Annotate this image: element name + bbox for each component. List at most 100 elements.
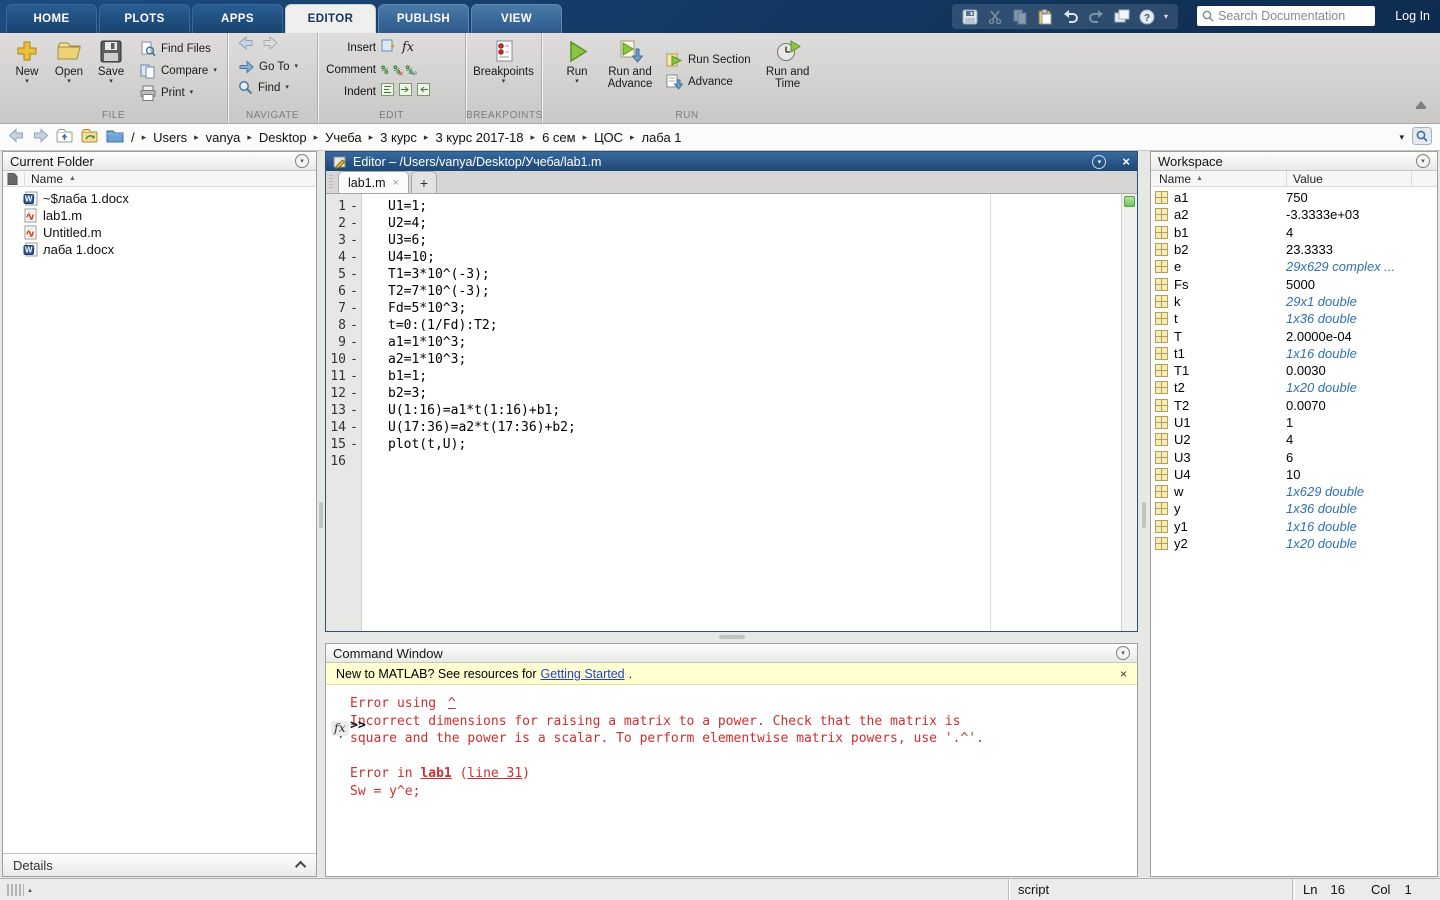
splitter-left[interactable] — [319, 502, 323, 528]
new-desktop-window-icon[interactable] — [1114, 9, 1130, 25]
banner-close-icon[interactable]: × — [1120, 667, 1127, 681]
error-line-link[interactable]: line 31 — [467, 766, 522, 781]
login-button[interactable]: Log In — [1395, 9, 1430, 23]
workspace-row[interactable]: y11x16 double — [1151, 518, 1437, 535]
breadcrumb-item[interactable]: лаба 1 — [641, 130, 681, 145]
go-to-button[interactable]: Go To ▾ — [238, 57, 311, 76]
tab-editor[interactable]: EDITOR — [285, 4, 376, 33]
statusbar-grip-icon[interactable] — [7, 884, 24, 896]
help-icon[interactable]: ? — [1139, 9, 1155, 25]
breadcrumb-item[interactable]: Users — [153, 130, 187, 145]
tab-home[interactable]: HOME — [6, 4, 97, 33]
tab-publish[interactable]: PUBLISH — [378, 4, 469, 33]
workspace-row[interactable]: t11x16 double — [1151, 345, 1437, 362]
paste-icon[interactable] — [1037, 9, 1053, 25]
open-button[interactable]: Open ▾ — [48, 36, 90, 105]
breadcrumb-item[interactable]: Учеба — [325, 130, 362, 145]
breadcrumb-item[interactable]: / — [131, 130, 135, 145]
run-and-advance-button[interactable]: Run and Advance — [602, 36, 658, 105]
workspace-row[interactable]: T10.0030 — [1151, 362, 1437, 379]
workspace-row[interactable]: U410 — [1151, 466, 1437, 483]
workspace-column-header[interactable]: Name▲ Value — [1151, 171, 1437, 187]
compare-button[interactable]: Compare ▾ — [140, 61, 217, 80]
run-and-time-button[interactable]: Run and Time — [761, 36, 815, 105]
quick-toolbar-caret-icon[interactable]: ▾ — [1164, 12, 1168, 21]
nav-back-icon[interactable] — [8, 128, 25, 146]
run-button[interactable]: Run ▾ — [556, 36, 598, 105]
error-caret-link[interactable]: ^ — [444, 696, 460, 711]
uncomment-icon[interactable]: %✕ — [393, 63, 400, 77]
workspace-row[interactable]: y1x36 double — [1151, 500, 1437, 517]
file-row[interactable]: lab1.m — [3, 207, 316, 224]
breakpoints-button[interactable]: Breakpoints ▾ — [472, 36, 535, 105]
file-row[interactable]: W лаба 1.docx — [3, 241, 316, 258]
tab-view[interactable]: VIEW — [471, 4, 562, 33]
workspace-row[interactable]: b14 — [1151, 224, 1437, 241]
indent-right-icon[interactable] — [399, 83, 412, 101]
current-folder-menu-icon[interactable]: ▾ — [295, 154, 309, 168]
new-button[interactable]: New ▾ — [6, 36, 48, 105]
breadcrumb-item[interactable]: 3 курс — [380, 130, 417, 145]
workspace-row[interactable]: k29x1 double — [1151, 293, 1437, 310]
editor-menu-icon[interactable]: ▾ — [1092, 155, 1106, 169]
workspace-row[interactable]: a2-3.3333e+03 — [1151, 206, 1437, 223]
details-bar[interactable]: Details — [3, 853, 316, 876]
search-documentation-box[interactable] — [1196, 5, 1376, 27]
tab-apps[interactable]: APPS — [192, 4, 283, 33]
editor-tab-lab1[interactable]: lab1.m × — [338, 171, 409, 193]
advance-button[interactable]: Advance — [666, 72, 751, 91]
breadcrumb-item[interactable]: 6 сем — [542, 130, 576, 145]
indent-left-icon[interactable] — [417, 83, 430, 101]
workspace-row[interactable]: a1750 — [1151, 189, 1437, 206]
undo-icon[interactable] — [1062, 9, 1079, 25]
run-section-button[interactable]: Run Section — [666, 50, 751, 69]
path-dropdown-icon[interactable]: ▾ — [1399, 132, 1404, 143]
insert-section-icon[interactable] — [381, 38, 397, 58]
find-button[interactable]: Find ▾ — [238, 78, 311, 97]
breadcrumb-item[interactable]: 3 курс 2017-18 — [435, 130, 523, 145]
workspace-row[interactable]: w1x629 double — [1151, 483, 1437, 500]
command-window-output[interactable]: Error using ^ Incorrect dimensions for r… — [326, 685, 1137, 875]
command-window-menu-icon[interactable]: ▾ — [1116, 646, 1130, 660]
search-documentation-input[interactable] — [1218, 9, 1368, 23]
print-button[interactable]: Print ▾ — [140, 83, 217, 102]
error-file-link[interactable]: lab1 — [420, 766, 451, 781]
comment-icon[interactable]: % — [381, 63, 388, 77]
nav-forward-icon[interactable] — [32, 128, 49, 146]
new-tab-button[interactable]: + — [411, 171, 437, 193]
workspace-row[interactable]: T20.0070 — [1151, 397, 1437, 414]
splitter-horizontal[interactable] — [719, 635, 745, 639]
file-row[interactable]: W ~$лаба 1.docx — [3, 190, 316, 207]
code-editor[interactable]: 1-U1=1; 2-U2=4; 3-U3=6; 4-U4=10; 5-T1=3*… — [326, 194, 1137, 631]
getting-started-link[interactable]: Getting Started — [541, 667, 625, 681]
close-tab-icon[interactable]: × — [393, 177, 399, 189]
smart-indent-icon[interactable] — [381, 83, 394, 101]
breadcrumb-item[interactable]: ЦОС — [594, 130, 623, 145]
workspace-row[interactable]: U11 — [1151, 414, 1437, 431]
file-row[interactable]: Untitled.m — [3, 224, 316, 241]
expand-details-icon[interactable] — [295, 861, 306, 872]
minimize-ribbon-icon[interactable] — [1414, 99, 1428, 111]
breadcrumb-item[interactable]: Desktop — [259, 130, 307, 145]
tab-plots[interactable]: PLOTS — [99, 4, 190, 33]
search-folder-icon[interactable] — [1412, 127, 1432, 148]
workspace-row[interactable]: U36 — [1151, 448, 1437, 465]
workspace-row[interactable]: U24 — [1151, 431, 1437, 448]
wrap-comments-icon[interactable]: %⏎ — [405, 63, 412, 77]
workspace-menu-icon[interactable]: ▾ — [1416, 154, 1430, 168]
workspace-row[interactable]: t21x20 double — [1151, 379, 1437, 396]
workspace-row[interactable]: b223.3333 — [1151, 241, 1437, 258]
browse-for-folder-icon[interactable] — [81, 128, 99, 146]
insert-function-icon[interactable]: fx — [402, 40, 414, 55]
splitter-right[interactable] — [1142, 502, 1146, 528]
workspace-row[interactable]: e29x629 complex ... — [1151, 258, 1437, 275]
command-prompt[interactable]: >> — [350, 718, 366, 733]
save-icon[interactable] — [962, 9, 978, 25]
workspace-row[interactable]: Fs5000 — [1151, 275, 1437, 292]
editor-close-icon[interactable]: × — [1122, 154, 1130, 169]
breadcrumb-item[interactable]: vanya — [206, 130, 241, 145]
find-files-button[interactable]: Find Files — [140, 39, 217, 58]
workspace-row[interactable]: T2.0000e-04 — [1151, 327, 1437, 344]
save-button[interactable]: Save ▾ — [90, 36, 132, 105]
workspace-row[interactable]: t1x36 double — [1151, 310, 1437, 327]
